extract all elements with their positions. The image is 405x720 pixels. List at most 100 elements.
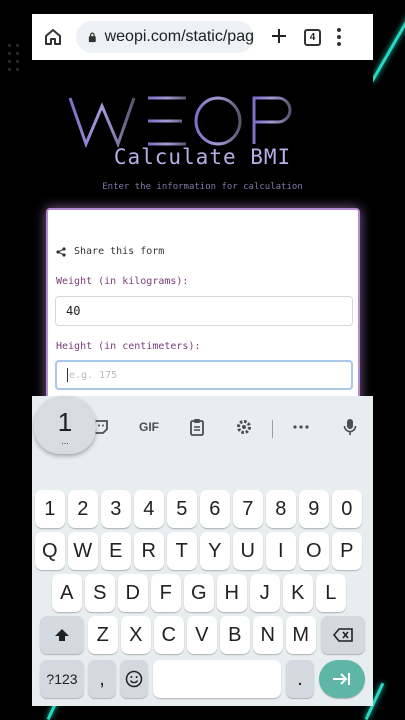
address-bar[interactable]: weopi.com/static/pag <box>76 21 254 53</box>
key-d[interactable]: D <box>118 574 148 612</box>
height-label: Height (in centimeters): <box>56 341 201 352</box>
gif-button[interactable]: GIF <box>134 414 164 440</box>
voice-input-button[interactable] <box>335 414 365 440</box>
key-q[interactable]: Q <box>35 532 65 570</box>
key-preview-char: 1 <box>57 406 73 437</box>
emoji-key[interactable] <box>120 660 148 698</box>
backspace-key[interactable] <box>321 616 365 654</box>
menu-icon-dot <box>337 42 341 46</box>
key-i[interactable]: I <box>266 532 296 570</box>
page-title: Calculate BMI <box>113 145 292 169</box>
key-u[interactable]: U <box>233 532 263 570</box>
url-text: weopi.com/static/pag <box>104 28 254 45</box>
tab-count: 4 <box>309 31 316 43</box>
space-key[interactable] <box>153 660 281 698</box>
page-subtitle: Enter the information for calculation <box>102 182 303 192</box>
new-tab-button[interactable] <box>270 24 288 50</box>
key-4[interactable]: 4 <box>134 490 164 528</box>
share-icon <box>56 246 66 257</box>
menu-button[interactable] <box>337 28 341 46</box>
next-field-icon <box>333 673 350 685</box>
shift-key[interactable] <box>40 616 84 654</box>
neon-line-decoration <box>370 11 405 83</box>
key-w[interactable]: W <box>68 532 98 570</box>
lock-icon <box>88 32 96 43</box>
background-dot <box>8 68 11 71</box>
key-v[interactable]: V <box>187 616 217 654</box>
plus-icon <box>272 29 286 43</box>
key-g[interactable]: G <box>184 574 214 612</box>
browser-toolbar: weopi.com/static/pag 4 <box>32 14 373 60</box>
gif-label: GIF <box>139 420 159 434</box>
key-s[interactable]: S <box>85 574 115 612</box>
symbols-key[interactable]: ?123 <box>40 660 84 698</box>
key-8[interactable]: 8 <box>266 490 296 528</box>
key-x[interactable]: X <box>121 616 151 654</box>
key-7[interactable]: 7 <box>233 490 263 528</box>
key-o[interactable]: O <box>299 532 329 570</box>
weight-input[interactable]: 40 <box>55 296 353 326</box>
key-preview-popup: 1 ... <box>34 396 96 454</box>
key-a[interactable]: A <box>52 574 82 612</box>
clipboard-icon <box>190 419 204 436</box>
toolbar-divider <box>272 420 273 438</box>
height-input[interactable]: e.g. 175 <box>55 360 353 390</box>
key-j[interactable]: J <box>250 574 280 612</box>
home-icon <box>45 29 61 45</box>
key-e[interactable]: E <box>101 532 131 570</box>
key-9[interactable]: 9 <box>299 490 329 528</box>
emoji-icon <box>125 670 143 688</box>
background-dot <box>8 52 11 55</box>
key-n[interactable]: N <box>253 616 283 654</box>
phone-screen: weopi.com/static/pag 4 Calculate BMI Ent… <box>32 14 373 706</box>
key-z[interactable]: Z <box>88 616 118 654</box>
key-h[interactable]: H <box>217 574 247 612</box>
background-dot <box>8 60 11 63</box>
key-0[interactable]: 0 <box>332 490 362 528</box>
more-icon <box>293 425 309 429</box>
enter-key[interactable] <box>319 660 365 698</box>
shift-icon <box>55 629 69 641</box>
settings-button[interactable] <box>229 414 259 440</box>
home-button[interactable] <box>40 24 66 50</box>
key-preview-more: ... <box>61 435 69 446</box>
key-k[interactable]: K <box>283 574 313 612</box>
bmi-form: Share this form Weight (in kilograms): 4… <box>46 208 360 428</box>
on-screen-keyboard: G I F 1 ... 1 2 3 4 5 6 7 8 9 0 Q W E R T … <box>32 396 373 706</box>
share-label: Share this form <box>74 246 165 257</box>
background-dot <box>16 68 19 71</box>
key-p[interactable]: P <box>332 532 362 570</box>
tabs-button[interactable]: 4 <box>304 28 321 46</box>
background-dot <box>8 44 11 47</box>
key-r[interactable]: R <box>134 532 164 570</box>
weight-value: 40 <box>66 304 81 318</box>
key-l[interactable]: L <box>316 574 346 612</box>
key-f[interactable]: F <box>151 574 181 612</box>
key-2[interactable]: 2 <box>68 490 98 528</box>
key-5[interactable]: 5 <box>167 490 197 528</box>
key-b[interactable]: B <box>220 616 250 654</box>
menu-icon <box>337 28 341 32</box>
key-1[interactable]: 1 <box>35 490 65 528</box>
weight-label: Weight (in kilograms): <box>56 276 189 287</box>
background-dot <box>16 44 19 47</box>
key-m[interactable]: M <box>286 616 316 654</box>
background-dot <box>16 52 19 55</box>
period-key[interactable]: . <box>286 660 314 698</box>
key-y[interactable]: Y <box>200 532 230 570</box>
key-c[interactable]: C <box>154 616 184 654</box>
microphone-icon <box>343 419 357 435</box>
screen-root: weopi.com/static/pag 4 Calculate BMI Ent… <box>0 0 405 720</box>
key-t[interactable]: T <box>167 532 197 570</box>
clipboard-button[interactable] <box>182 414 212 440</box>
more-button[interactable] <box>286 414 316 440</box>
gear-icon <box>237 420 251 434</box>
key-3[interactable]: 3 <box>101 490 131 528</box>
key-6[interactable]: 6 <box>200 490 230 528</box>
height-placeholder: e.g. 175 <box>69 369 118 381</box>
comma-key[interactable]: , <box>88 660 116 698</box>
backspace-icon <box>333 628 353 642</box>
share-form-button[interactable]: Share this form <box>56 246 164 257</box>
background-dot <box>16 60 19 63</box>
text-caret <box>67 368 68 382</box>
